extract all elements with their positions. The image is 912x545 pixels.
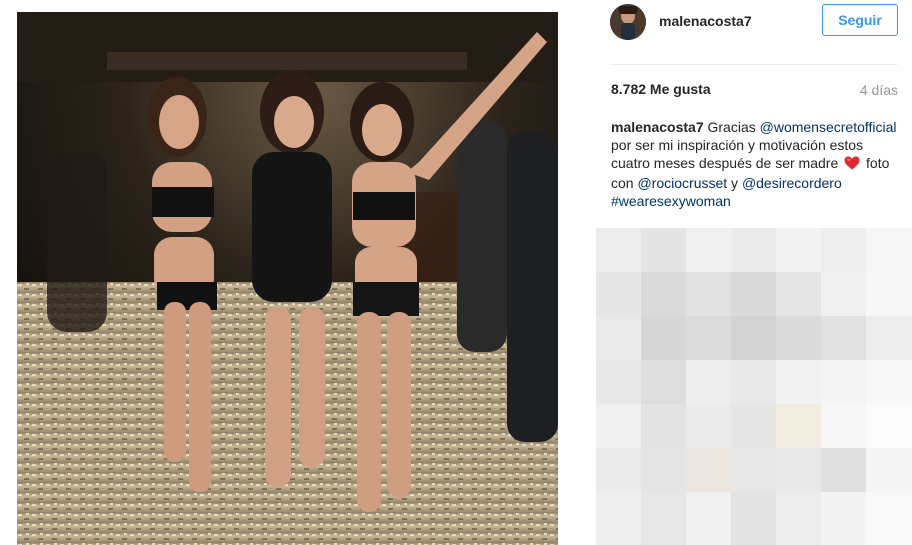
- caption-text: por ser mi inspiración y motivación esto…: [611, 137, 864, 171]
- post-caption: malenacosta7 Gracias @womensecretofficia…: [611, 118, 901, 210]
- caption-text: Gracias: [703, 119, 760, 135]
- pixelation-mosaic: [596, 228, 912, 545]
- avatar-image: [610, 4, 646, 40]
- caption-text: y: [727, 175, 742, 191]
- post-time[interactable]: 4 días: [860, 82, 898, 98]
- caption-author[interactable]: malenacosta7: [611, 119, 704, 135]
- post-header: malenacosta7 Seguir: [596, 0, 912, 64]
- mention-desirecordero[interactable]: @desirecordero: [742, 175, 842, 191]
- instagram-post: malenacosta7 Seguir 8.782 Me gusta 4 día…: [0, 0, 912, 545]
- post-details-panel: malenacosta7 Seguir 8.782 Me gusta 4 día…: [596, 0, 912, 545]
- mention-womensecret[interactable]: @womensecretofficial: [760, 119, 897, 135]
- post-photo-image: [17, 12, 558, 545]
- post-photo[interactable]: [17, 12, 558, 545]
- hashtag-link[interactable]: #wearesexywoman: [611, 193, 731, 209]
- avatar[interactable]: [610, 4, 646, 40]
- pixelated-comments-area: [596, 228, 912, 545]
- heart-icon: [844, 156, 860, 174]
- username-link[interactable]: malenacosta7: [659, 13, 752, 29]
- likes-count[interactable]: 8.782 Me gusta: [611, 81, 711, 97]
- follow-button[interactable]: Seguir: [822, 4, 898, 36]
- mention-rociocrusset[interactable]: @rociocrusset: [637, 175, 727, 191]
- header-divider: [610, 64, 898, 65]
